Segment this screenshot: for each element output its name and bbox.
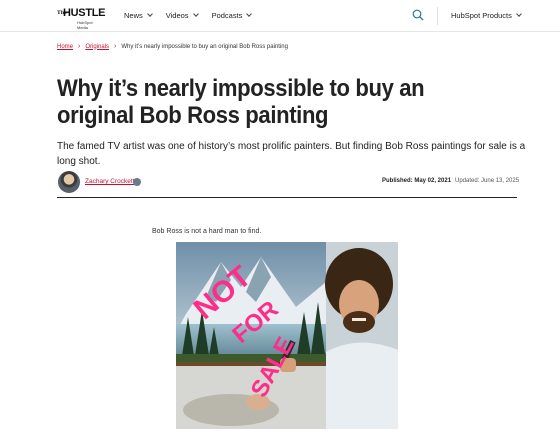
published-date: Published: May 02, 2021 bbox=[382, 178, 452, 184]
header-rule bbox=[57, 197, 517, 198]
breadcrumb-separator: › bbox=[78, 43, 81, 50]
bob-ross-painting-image: NOT FOR SALE bbox=[176, 242, 398, 429]
nav-podcasts[interactable]: Podcasts bbox=[211, 11, 253, 20]
article-lead: Bob Ross is not a hard man to find. bbox=[152, 228, 262, 235]
hubspot-products-label: HubSpot Products bbox=[451, 11, 512, 20]
nav-news-label: News bbox=[124, 11, 143, 20]
header-divider bbox=[437, 7, 438, 25]
breadcrumb-originals[interactable]: Originals bbox=[85, 44, 109, 50]
updated-date: Updated: June 13, 2025 bbox=[455, 178, 520, 184]
nav-news[interactable]: News bbox=[124, 11, 153, 20]
search-icon[interactable] bbox=[412, 9, 424, 21]
chevron-down-icon bbox=[146, 11, 153, 17]
hero-image: NOT FOR SALE bbox=[176, 242, 398, 429]
page-title: Why it’s nearly impossible to buy an ori… bbox=[57, 75, 425, 129]
chevron-down-icon bbox=[192, 11, 199, 17]
hubspot-products-menu[interactable]: HubSpot Products bbox=[451, 11, 522, 20]
article-subtitle: The famed TV artist was one of history’s… bbox=[57, 141, 526, 167]
nav-podcasts-label: Podcasts bbox=[211, 11, 243, 20]
logo-tagline: HubSpot Media bbox=[77, 20, 93, 30]
breadcrumb-separator: › bbox=[114, 43, 117, 50]
breadcrumb-home[interactable]: Home bbox=[57, 44, 73, 50]
nav-videos[interactable]: Videos bbox=[165, 11, 199, 20]
site-header: The HUSTLE HubSpot Media News Videos Pod… bbox=[0, 0, 560, 32]
author-avatar[interactable] bbox=[58, 171, 80, 193]
nav-videos-label: Videos bbox=[165, 11, 189, 20]
site-logo[interactable]: The HUSTLE HubSpot Media bbox=[57, 6, 106, 30]
chevron-down-icon bbox=[516, 11, 522, 17]
main-nav: News Videos Podcasts bbox=[124, 11, 265, 20]
author-info-icon[interactable] bbox=[133, 178, 141, 186]
logo-wordmark: HUSTLE bbox=[63, 7, 106, 19]
author-link[interactable]: Zachary Crockett bbox=[85, 178, 135, 185]
chevron-down-icon bbox=[246, 11, 253, 17]
breadcrumb-current: Why it's nearly impossible to buy an ori… bbox=[121, 43, 288, 50]
breadcrumb: Home › Originals › Why it's nearly impos… bbox=[57, 43, 288, 50]
